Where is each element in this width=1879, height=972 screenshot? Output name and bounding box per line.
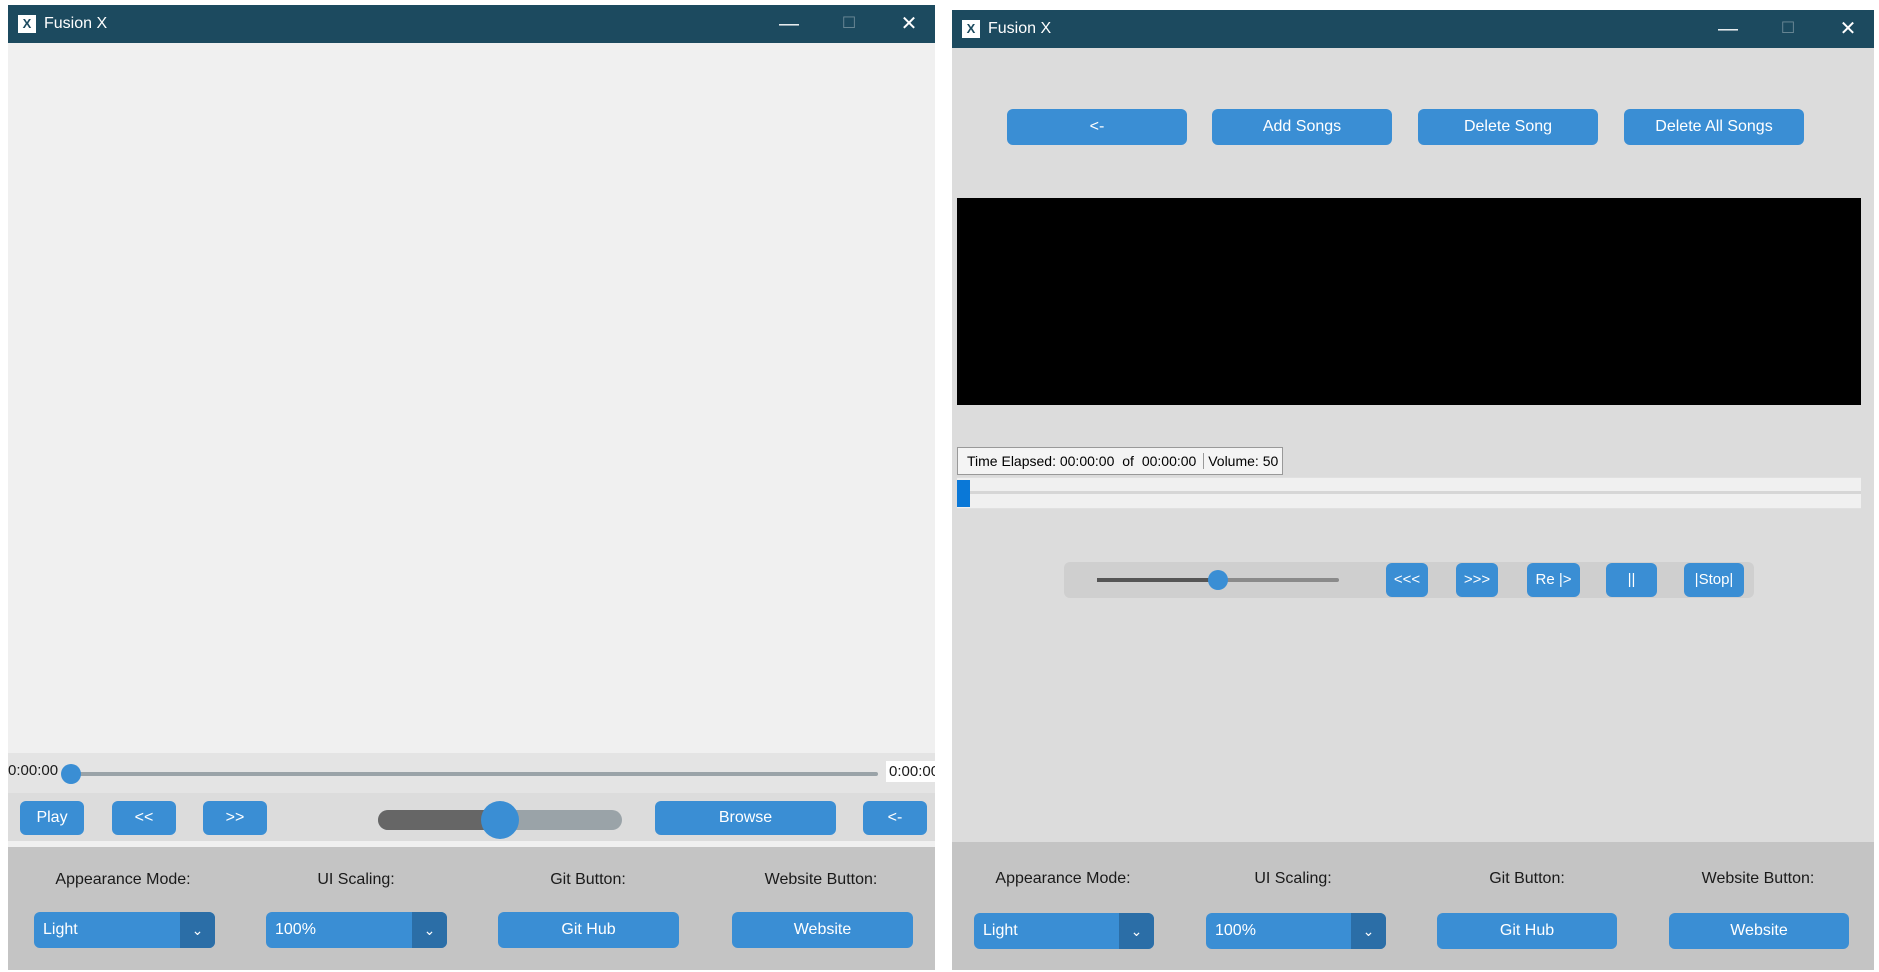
status-bar: Time Elapsed: 00:00:00 of 00:00:00 Volum… <box>957 447 1284 475</box>
window-title: Fusion X <box>988 20 1052 37</box>
add-songs-button[interactable]: Add Songs <box>1212 109 1392 145</box>
seek-track[interactable] <box>70 772 878 776</box>
website-button[interactable]: Website <box>1669 913 1849 949</box>
rewind-button[interactable]: <<< <box>1386 563 1428 597</box>
browse-button[interactable]: Browse <box>655 801 836 835</box>
chevron-down-icon[interactable]: ⌄ <box>412 912 447 948</box>
previous-button[interactable]: << <box>112 801 176 835</box>
playlist-box[interactable] <box>957 198 1861 405</box>
appearance-mode-dropdown[interactable]: Light ⌄ <box>34 912 215 948</box>
volume-handle[interactable] <box>481 801 519 839</box>
app-icon: X <box>18 15 36 33</box>
minimize-icon[interactable]: — <box>766 5 812 43</box>
ui-scaling-value: 100% <box>275 921 316 938</box>
progress-handle[interactable] <box>957 480 970 507</box>
maximize-icon[interactable]: ☐ <box>826 5 872 43</box>
close-icon[interactable]: ✕ <box>1825 10 1871 48</box>
delete-all-songs-button[interactable]: Delete All Songs <box>1624 109 1804 145</box>
appearance-mode-label: Appearance Mode: <box>55 871 191 888</box>
fast-forward-button[interactable]: >>> <box>1456 563 1498 597</box>
seek-row: 0:00:00 0:00:00 <box>8 753 935 793</box>
time-elapsed-label: Time Elapsed: 00:00:00 <box>967 453 1115 469</box>
controls-row: Play << >> Browse <- <box>8 793 935 841</box>
git-button-label: Git Button: <box>550 871 626 888</box>
volume-fill <box>1097 578 1218 582</box>
volume-label: Volume: 50 <box>1203 453 1283 469</box>
appearance-mode-value: Light <box>43 921 78 938</box>
back-button[interactable]: <- <box>1007 109 1187 145</box>
website-button[interactable]: Website <box>732 912 913 948</box>
appearance-mode-label: Appearance Mode: <box>995 870 1131 887</box>
back-button[interactable]: <- <box>863 801 927 835</box>
ui-scaling-dropdown[interactable]: 100% ⌄ <box>266 912 447 948</box>
git-hub-button[interactable]: Git Hub <box>1437 913 1617 949</box>
close-icon[interactable]: ✕ <box>886 5 932 43</box>
time-start: 0:00:00 <box>8 762 59 779</box>
ui-scaling-label: UI Scaling: <box>1254 870 1332 887</box>
ui-scaling-label: UI Scaling: <box>317 871 395 888</box>
git-button-label: Git Button: <box>1489 870 1565 887</box>
chevron-down-icon[interactable]: ⌄ <box>1119 913 1154 949</box>
minimize-icon[interactable]: — <box>1705 10 1751 48</box>
right-window: X Fusion X — ☐ ✕ <- Add Songs Delete Son… <box>952 10 1874 970</box>
song-progress-bar[interactable] <box>957 477 1861 509</box>
settings-panel: Appearance Mode: UI Scaling: Git Button:… <box>8 847 935 970</box>
app-icon: X <box>962 20 980 38</box>
chevron-down-icon[interactable]: ⌄ <box>1351 913 1386 949</box>
control-strip: <<< >>> Re |> || |Stop| <box>1064 562 1754 598</box>
volume-handle[interactable] <box>1208 570 1228 590</box>
play-button[interactable]: Play <box>20 801 84 835</box>
git-hub-button[interactable]: Git Hub <box>498 912 679 948</box>
left-window: X Fusion X — ☐ ✕ 0:00:00 0:00:00 Play <<… <box>8 5 935 970</box>
progress-track <box>957 491 1861 494</box>
chevron-down-icon[interactable]: ⌄ <box>180 912 215 948</box>
left-titlebar: X Fusion X — ☐ ✕ <box>8 5 935 43</box>
delete-song-button[interactable]: Delete Song <box>1418 109 1598 145</box>
appearance-mode-value: Light <box>983 922 1018 939</box>
appearance-mode-dropdown[interactable]: Light ⌄ <box>974 913 1154 949</box>
website-button-label: Website Button: <box>1701 870 1815 887</box>
ui-scaling-dropdown[interactable]: 100% ⌄ <box>1206 913 1386 949</box>
time-end: 0:00:00 <box>886 761 935 782</box>
right-titlebar: X Fusion X — ☐ ✕ <box>952 10 1874 48</box>
of-label: of <box>1122 453 1134 469</box>
ui-scaling-value: 100% <box>1215 922 1256 939</box>
website-button-label: Website Button: <box>764 871 878 888</box>
stop-button[interactable]: |Stop| <box>1684 563 1744 597</box>
total-time: 00:00:00 <box>1141 453 1197 469</box>
pause-button[interactable]: || <box>1606 563 1657 597</box>
settings-panel: Appearance Mode: UI Scaling: Git Button:… <box>952 842 1874 970</box>
next-button[interactable]: >> <box>203 801 267 835</box>
maximize-icon[interactable]: ☐ <box>1765 10 1811 48</box>
window-title: Fusion X <box>44 15 108 32</box>
replay-button[interactable]: Re |> <box>1527 563 1580 597</box>
seek-handle[interactable] <box>61 764 81 784</box>
